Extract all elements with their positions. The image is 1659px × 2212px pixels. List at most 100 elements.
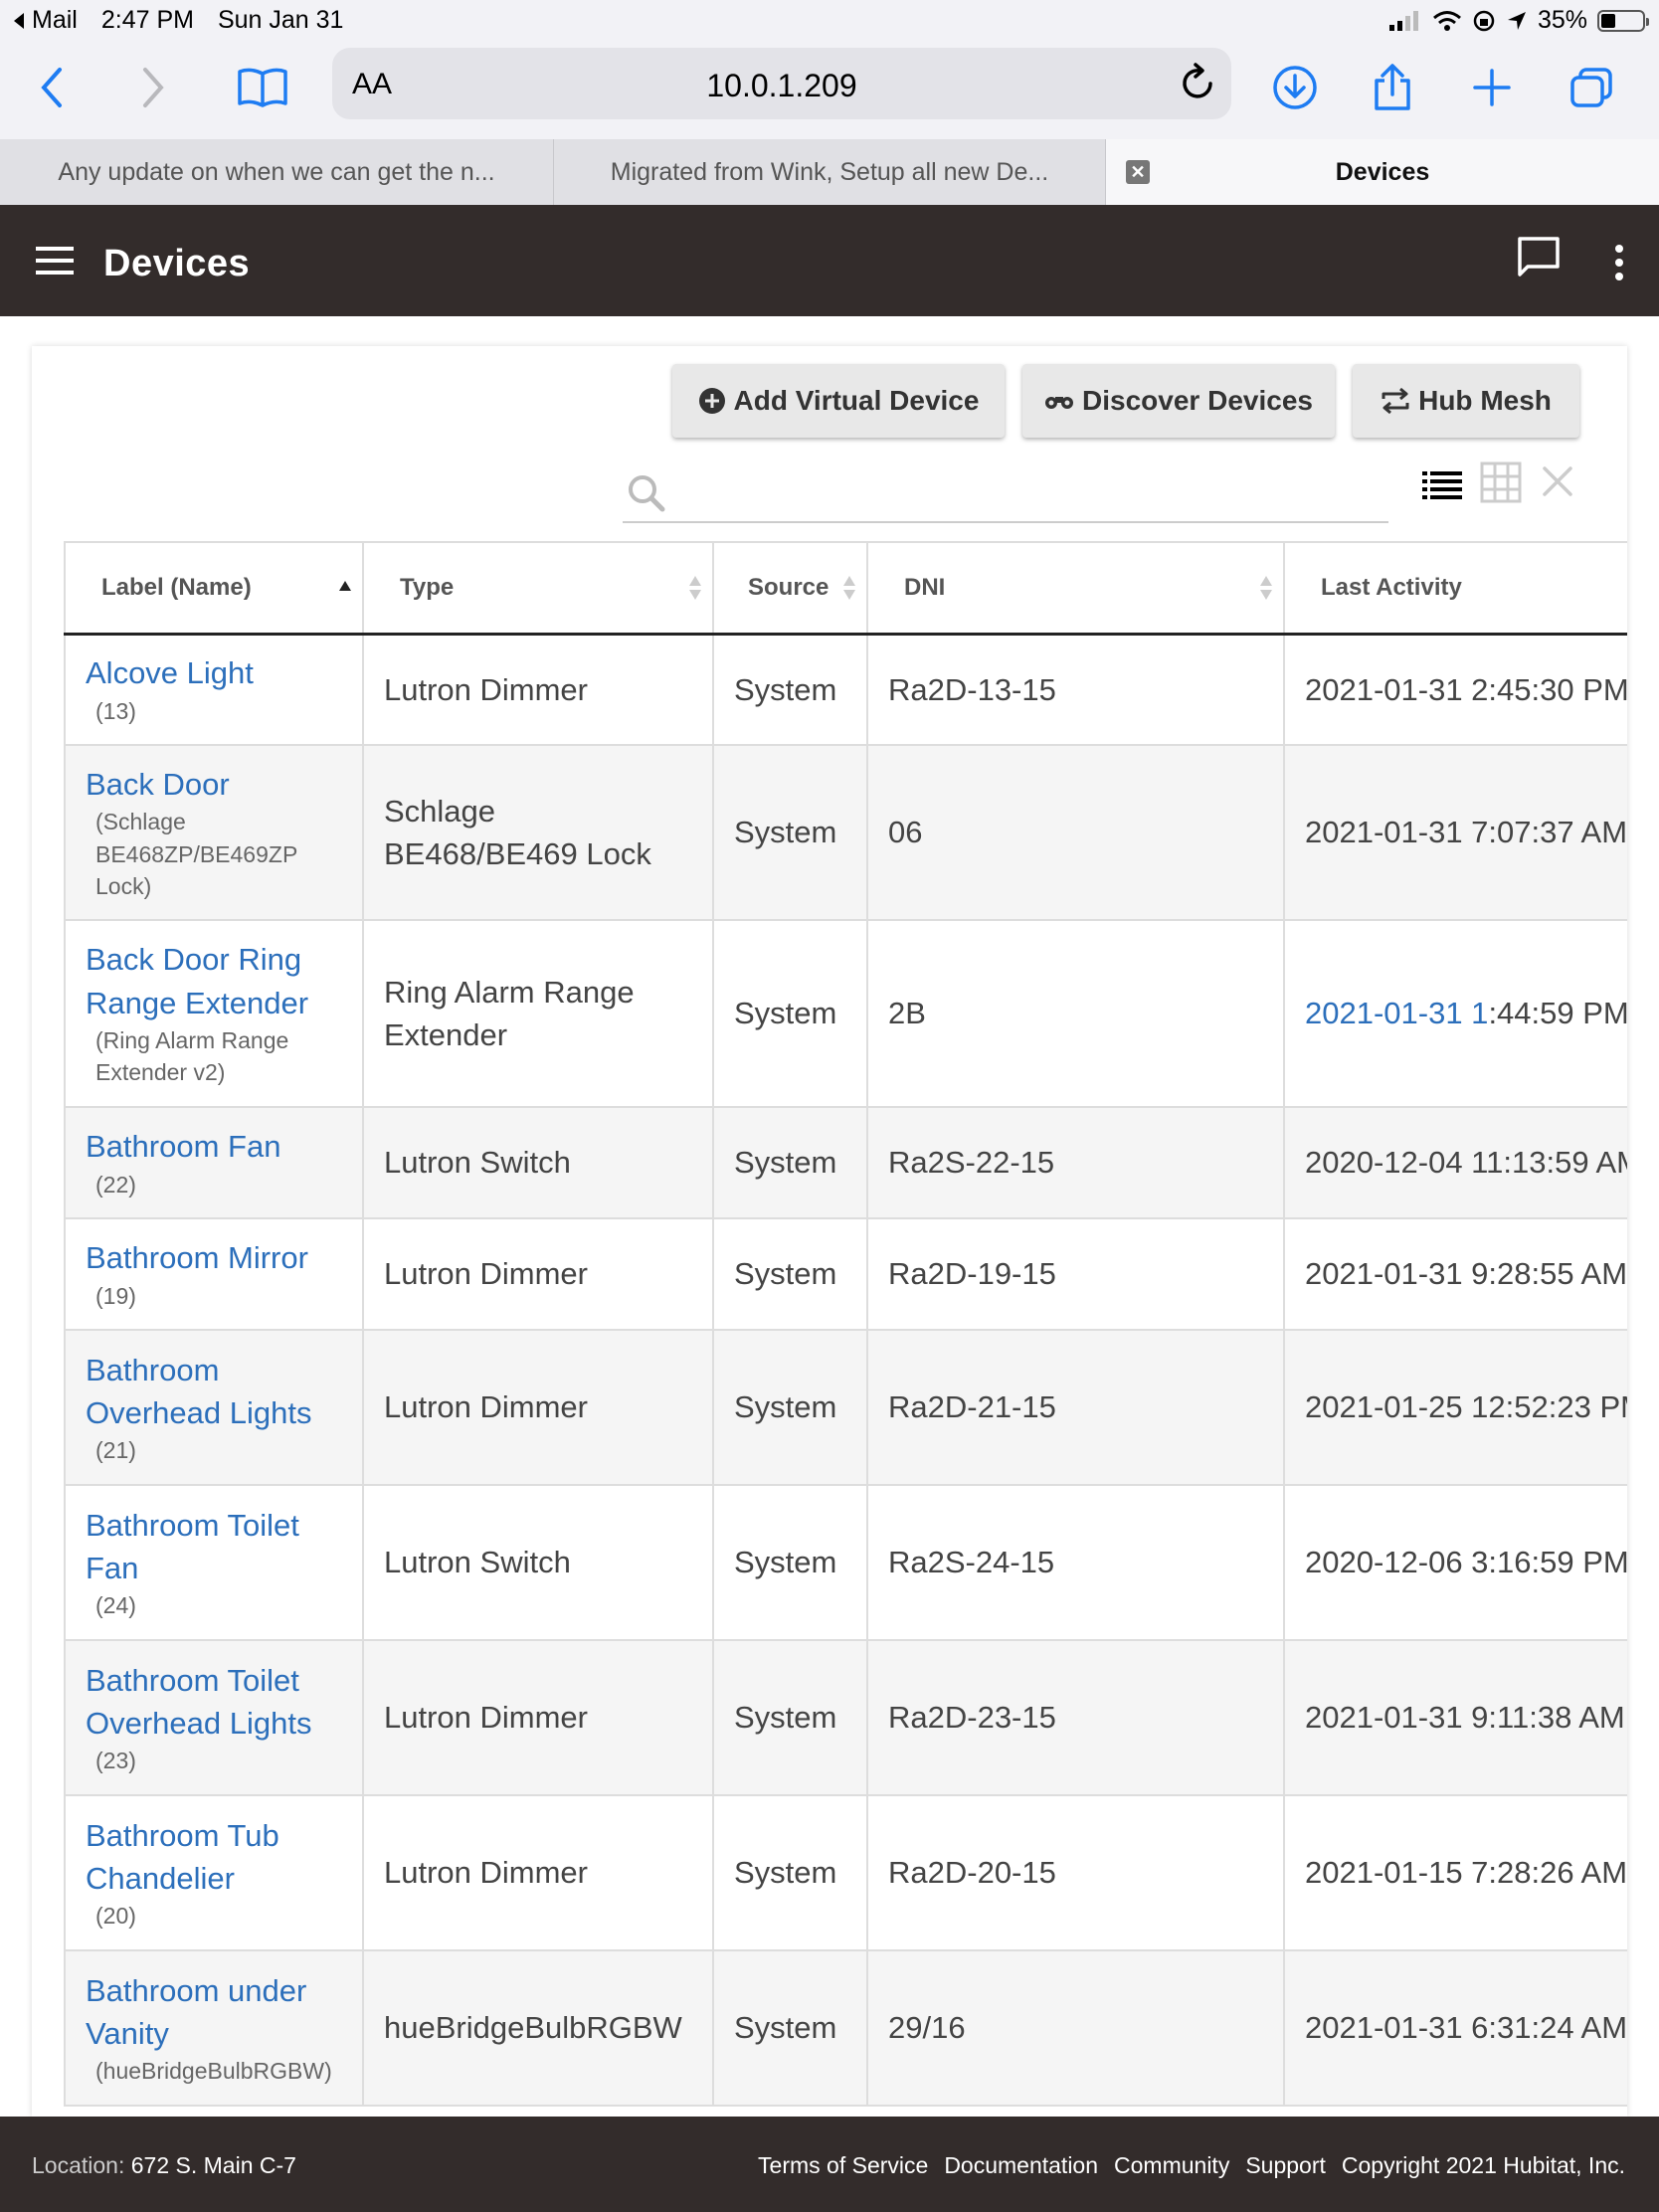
hub-mesh-label: Hub Mesh — [1418, 385, 1552, 416]
device-link[interactable]: Bathroom Fan — [86, 1125, 342, 1168]
column-header-dni[interactable]: DNI — [867, 541, 1285, 636]
more-vert-icon[interactable] — [1615, 245, 1625, 286]
device-name: (Ring Alarm Range Extender v2) — [95, 1027, 289, 1086]
tab-close-icon[interactable]: ✕ — [1126, 160, 1150, 184]
column-header-source[interactable]: Source — [713, 541, 868, 636]
status-date: Sun Jan 31 — [217, 6, 344, 34]
cell-activity: 2021-01-31 1:44:59 PM — [1283, 919, 1627, 1108]
menu-icon[interactable] — [36, 247, 74, 275]
column-header-text: Source — [748, 573, 830, 601]
cell-source: System — [712, 919, 868, 1108]
devices-table-container[interactable]: Label (Name) Type Source DNI Last Activi… — [64, 541, 1627, 2117]
cell-label: Bathroom Toilet Fan (24) — [64, 1484, 364, 1641]
search-icon — [629, 475, 665, 512]
table-row: Back Door (Schlage BE468ZP/BE469ZP Lock) … — [64, 744, 1627, 921]
device-link[interactable]: Bathroom under Vanity — [86, 1969, 342, 2056]
back-button[interactable] — [22, 58, 82, 117]
cell-activity: 2021-01-15 7:28:26 AM — [1283, 1794, 1627, 1951]
cell-source: System — [712, 744, 868, 921]
battery-percent: 35% — [1537, 6, 1587, 34]
feedback-button[interactable] — [1516, 235, 1562, 285]
plus-circle-icon — [698, 388, 725, 414]
cell-label: Bathroom Tub Chandelier (20) — [64, 1794, 364, 1951]
column-header-type[interactable]: Type — [363, 541, 714, 636]
cell-source: System — [712, 1106, 868, 1219]
table-row: Bathroom Tub Chandelier (20) Lutron Dimme… — [64, 1794, 1627, 1951]
footer-link-community[interactable]: Community — [1114, 2152, 1229, 2179]
battery-icon — [1597, 9, 1649, 32]
column-header-label[interactable]: Label (Name) — [64, 541, 364, 636]
device-link[interactable]: Alcove Light — [86, 651, 342, 694]
tab-migrated-from-wink[interactable]: Migrated from Wink, Setup all new De... — [554, 139, 1106, 205]
cell-type: Lutron Switch — [362, 1106, 714, 1219]
cell-type: Schlage BE468/BE469 Lock — [362, 744, 714, 921]
column-header-last-activity[interactable]: Last Activity — [1284, 541, 1627, 636]
location-label: Location: — [32, 2152, 125, 2178]
device-link[interactable]: Back Door Ring Range Extender — [86, 938, 342, 1024]
cell-label: Bathroom Fan (22) — [64, 1106, 364, 1219]
devices-card: Add Virtual Device Discover Devices Hub … — [32, 346, 1627, 2117]
cell-label: Bathroom Toilet Overhead Lights (23) — [64, 1639, 364, 1796]
device-link[interactable]: Bathroom Mirror — [86, 1236, 342, 1279]
cell-type: Ring Alarm Range Extender — [362, 919, 714, 1108]
cell-label: Bathroom under Vanity (hueBridgeBulbRGBW) — [64, 1949, 364, 2107]
sort-both-icon — [1260, 576, 1272, 600]
clear-filter-button[interactable] — [1542, 465, 1573, 502]
forward-button[interactable] — [123, 58, 183, 117]
cell-activity: 2021-01-31 7:07:37 AM — [1283, 744, 1627, 921]
orientation-lock-icon — [1473, 10, 1495, 31]
cell-label: Back Door (Schlage BE468ZP/BE469ZP Lock) — [64, 744, 364, 921]
search-input[interactable] — [678, 469, 1375, 515]
cell-dni: Ra2S-22-15 — [866, 1106, 1285, 1219]
cell-dni: Ra2D-23-15 — [866, 1639, 1285, 1796]
cell-source: System — [712, 1217, 868, 1331]
table-row: Alcove Light (13) Lutron Dimmer System Ra… — [64, 633, 1627, 746]
device-link[interactable]: Back Door — [86, 763, 342, 806]
downloads-button[interactable] — [1265, 58, 1325, 117]
footer-link-support[interactable]: Support — [1245, 2152, 1326, 2179]
cell-activity: 2021-01-31 9:28:55 AM — [1283, 1217, 1627, 1331]
new-tab-button[interactable] — [1462, 58, 1522, 117]
device-link[interactable]: Bathroom Toilet Fan — [86, 1504, 342, 1590]
discover-devices-button[interactable]: Discover Devices — [1022, 364, 1335, 438]
hub-mesh-button[interactable]: Hub Mesh — [1353, 364, 1579, 438]
footer-link-documentation[interactable]: Documentation — [944, 2152, 1098, 2179]
tab-devices[interactable]: ✕ Devices — [1106, 139, 1659, 205]
column-header-text: Label (Name) — [101, 573, 252, 601]
book-icon — [238, 68, 287, 107]
device-link[interactable]: Bathroom Toilet Overhead Lights — [86, 1659, 342, 1746]
share-button[interactable] — [1363, 58, 1422, 117]
cell-activity: 2020-12-06 3:16:59 PM — [1283, 1484, 1627, 1641]
chevron-left-icon — [41, 68, 62, 107]
wifi-icon — [1432, 10, 1461, 31]
device-name: (19) — [95, 1282, 136, 1309]
tab-community-update[interactable]: Any update on when we can get the n... — [0, 139, 554, 205]
grid-view-button[interactable] — [1480, 461, 1522, 508]
activity-link[interactable]: 2021-01-31 1 — [1305, 996, 1488, 1030]
url-text: 10.0.1.209 — [706, 68, 857, 103]
footer-link-terms[interactable]: Terms of Service — [758, 2152, 928, 2179]
page-title: Devices — [103, 243, 251, 284]
cell-dni: Ra2D-19-15 — [866, 1217, 1285, 1331]
device-name: (Schlage BE468ZP/BE469ZP Lock) — [95, 809, 297, 899]
address-bar[interactable]: AA 10.0.1.209 — [332, 48, 1231, 119]
cell-activity: 2021-01-25 12:52:23 PM — [1283, 1329, 1627, 1486]
cell-dni: 29/16 — [866, 1949, 1285, 2107]
reload-button[interactable] — [1178, 62, 1217, 108]
bookmarks-button[interactable] — [233, 58, 292, 117]
copyright-text: Copyright 2021 Hubitat, Inc. — [1341, 2152, 1625, 2178]
cell-type: Lutron Dimmer — [362, 1329, 714, 1486]
column-header-text: Last Activity — [1321, 573, 1462, 601]
table-row: Bathroom Fan (22) Lutron Switch System Ra… — [64, 1106, 1627, 1219]
list-view-button[interactable] — [1422, 469, 1462, 504]
tabs-overview-button[interactable] — [1562, 58, 1621, 117]
list-view-icon — [1422, 471, 1462, 499]
device-name: (23) — [95, 1748, 136, 1774]
device-link[interactable]: Bathroom Tub Chandelier — [86, 1814, 342, 1901]
binoculars-icon — [1045, 397, 1074, 409]
back-app-label: Mail — [32, 6, 78, 34]
back-to-app[interactable]: Mail — [12, 6, 78, 35]
cell-activity: 2021-01-31 2:45:30 PM — [1283, 633, 1627, 746]
add-virtual-device-button[interactable]: Add Virtual Device — [672, 364, 1005, 438]
device-link[interactable]: Bathroom Overhead Lights — [86, 1349, 342, 1435]
